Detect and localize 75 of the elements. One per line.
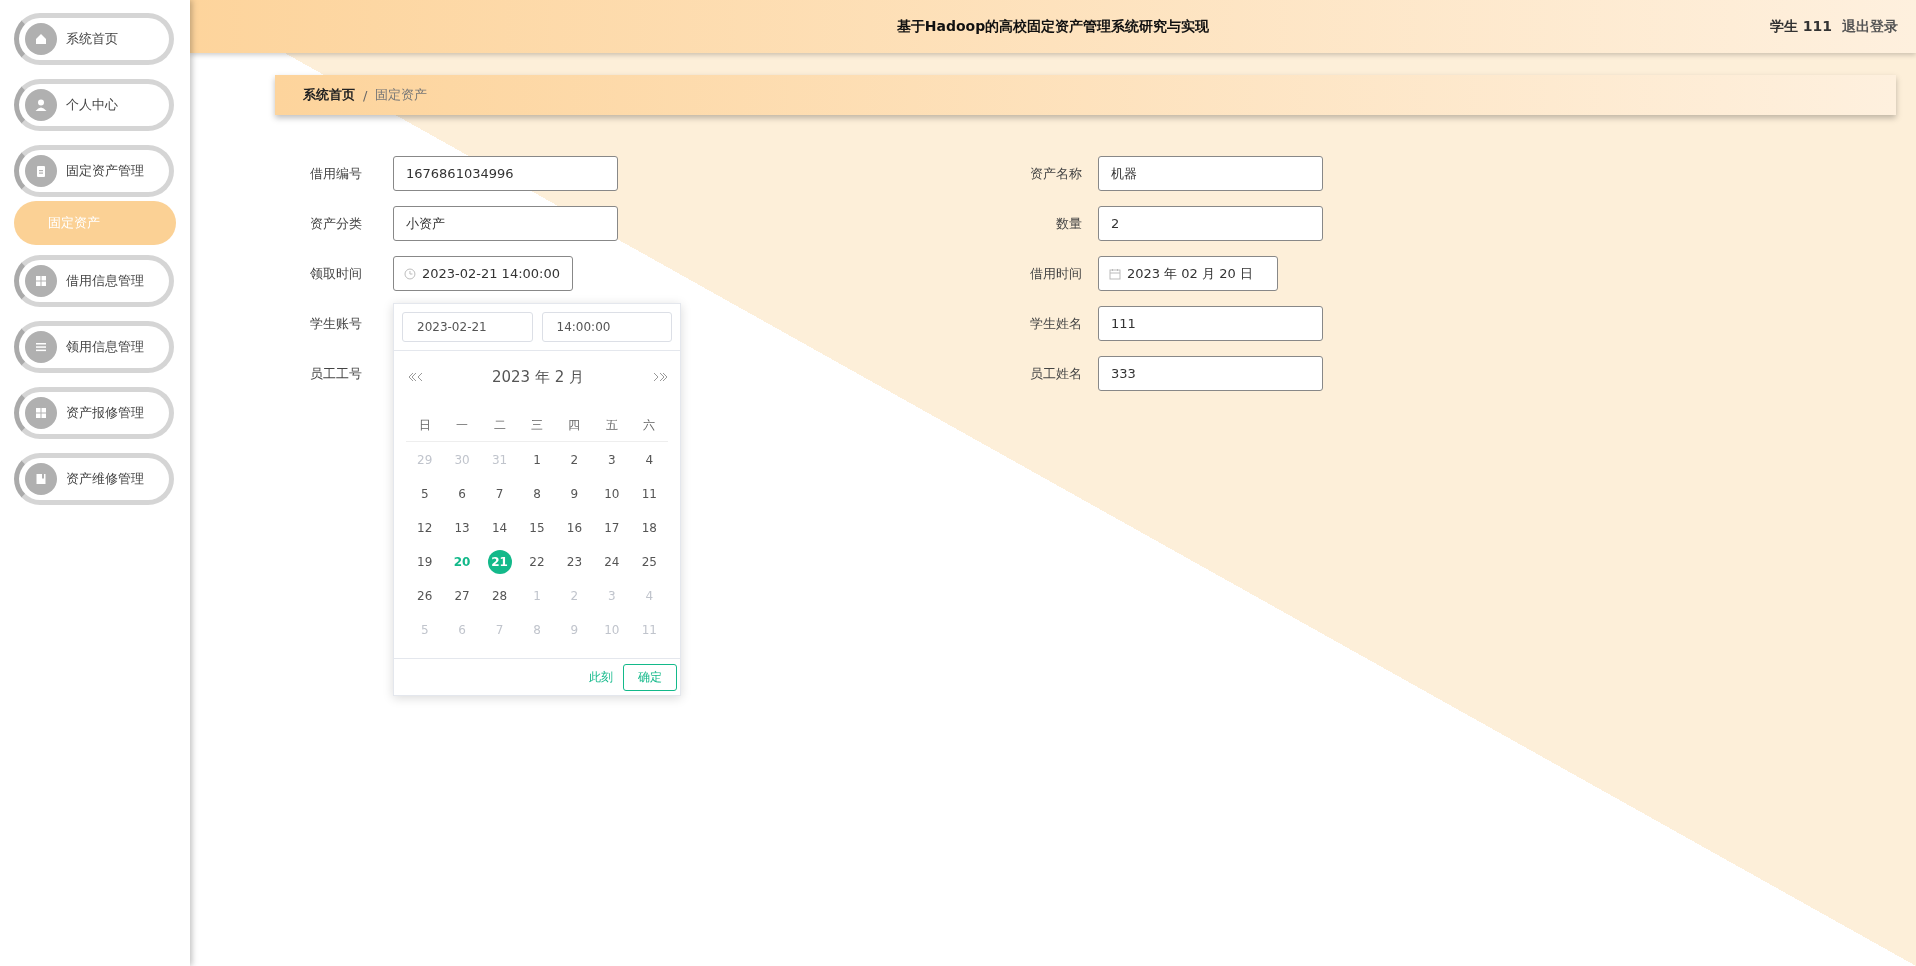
grid-icon [33, 273, 49, 289]
calendar-day[interactable]: 22 [525, 550, 549, 574]
user-icon [33, 97, 49, 113]
breadcrumb-item[interactable]: 系统首页 [303, 86, 355, 104]
calendar-day[interactable]: 3 [599, 448, 624, 472]
calendar-day[interactable]: 6 [450, 482, 475, 506]
calendar-day[interactable]: 7 [487, 482, 512, 506]
calendar-day[interactable]: 8 [525, 482, 549, 506]
calendar-day[interactable]: 19 [412, 550, 437, 574]
grid-icon [33, 405, 49, 421]
page-title: 基于Hadoop的高校固定资产管理系统研究与实现 [896, 17, 1210, 34]
calendar-icon [1109, 267, 1121, 280]
menu-item[interactable]: 资产报修管理 [14, 387, 174, 439]
menu-item[interactable]: 借用信息管理 [14, 255, 174, 307]
weekday-label: 六 [642, 416, 657, 434]
text-field[interactable]: 1676861034996 [393, 156, 618, 191]
weekday-label: 三 [530, 416, 544, 434]
weekday-label: 五 [604, 416, 619, 434]
clock-icon [404, 267, 416, 280]
calendar-day[interactable]: 10 [599, 482, 624, 506]
next-icon[interactable] [652, 372, 668, 382]
menu-item[interactable]: 资产维修管理 [14, 453, 174, 505]
logout-link[interactable]: 退出登录 [1842, 17, 1898, 36]
text-field[interactable]: 2 [1098, 206, 1323, 241]
field-label: 借用时间 [1029, 264, 1083, 283]
month-title: 2023 年 2 月 [492, 367, 584, 387]
calendar-day[interactable]: 12 [412, 516, 437, 540]
menu-item[interactable]: 固定资产管理 [14, 145, 174, 197]
weekday-label: 二 [492, 416, 507, 434]
calendar-day[interactable]: 25 [637, 550, 662, 574]
calendar-day[interactable]: 14 [487, 516, 512, 540]
calendar-day[interactable]: 26 [412, 584, 437, 608]
weekday-label: 四 [567, 416, 582, 434]
field-label: 员工工号 [310, 364, 363, 383]
weekday-label: 日 [417, 416, 432, 434]
field-label: 借用编号 [310, 164, 363, 183]
home-icon [33, 31, 49, 47]
previous-icon[interactable] [408, 372, 424, 382]
calendar-day[interactable]: 23 [562, 550, 587, 574]
date-field[interactable]: 2023 年 02 月 20 日 [1098, 256, 1278, 291]
menu-item[interactable]: 领用信息管理 [14, 321, 174, 373]
menu-item[interactable]: 个人中心 [14, 79, 174, 131]
calendar-day[interactable]: 17 [599, 516, 624, 540]
field-label: 员工姓名 [1029, 364, 1083, 383]
calendar-day[interactable]: 15 [525, 516, 549, 540]
field-label: 学生账号 [310, 314, 363, 333]
datetime-field[interactable]: 2023-02-21 14:00:00 [393, 256, 573, 291]
breadcrumb-separator: / [363, 87, 368, 103]
calendar-day[interactable]: 24 [599, 550, 624, 574]
calendar-day[interactable]: 16 [562, 516, 587, 540]
date-input[interactable]: 2023-02-21 [402, 312, 533, 342]
calendar-day[interactable]: 11 [637, 482, 662, 506]
field-label: 数量 [1055, 214, 1083, 233]
field-label: 资产名称 [1029, 164, 1083, 183]
field-label: 资产分类 [310, 214, 363, 233]
text-field[interactable]: 111 [1098, 306, 1323, 341]
calendar-day[interactable]: 13 [450, 516, 475, 540]
text-field[interactable]: 小资产 [393, 206, 618, 241]
calendar-day[interactable]: 27 [450, 584, 475, 608]
calendar-day[interactable]: 18 [637, 516, 662, 540]
calendar-day[interactable]: 5 [412, 482, 437, 506]
calendar-day[interactable]: 28 [487, 584, 512, 608]
time-input[interactable]: 14:00:00 [541, 312, 672, 342]
text-field[interactable]: 机器 [1098, 156, 1323, 191]
breadcrumb-item: 固定资产 [375, 86, 428, 104]
weekday-label: 一 [455, 416, 470, 434]
text-field[interactable]: 333 [1098, 356, 1323, 391]
user-name: 学生 111 [1769, 17, 1832, 36]
calendar-day[interactable]: 4 [637, 448, 662, 472]
field-label: 学生姓名 [1029, 314, 1083, 333]
calendar-day[interactable]: 1 [525, 448, 549, 472]
menu-item[interactable]: 系统首页 [14, 13, 174, 65]
field-label: 领取时间 [310, 264, 363, 283]
calendar-day[interactable]: 2 [562, 448, 587, 472]
calendar-day[interactable]: 9 [562, 482, 587, 506]
